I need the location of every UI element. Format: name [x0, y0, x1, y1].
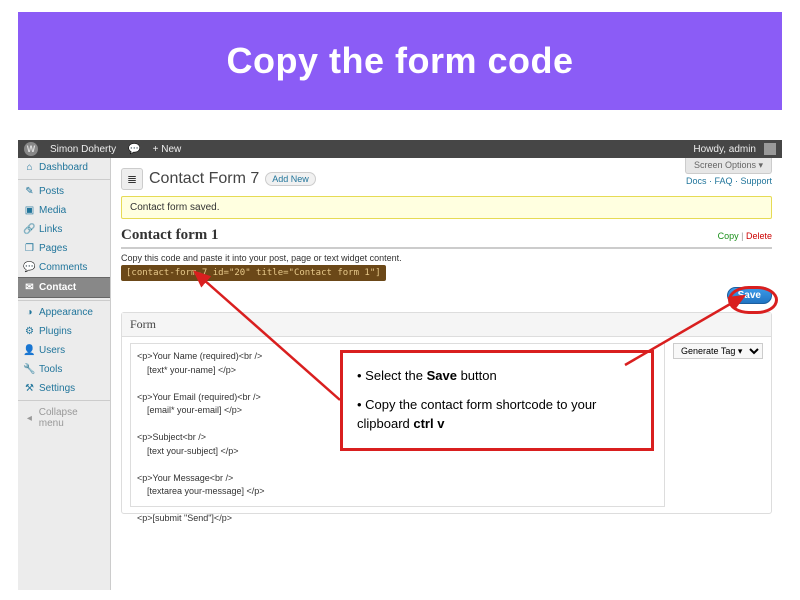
page-title-row: ≣ Contact Form 7 Add New	[121, 168, 772, 190]
screen-options-row: Screen Options ▾ Docs · FAQ · Support	[685, 158, 772, 186]
sidebar-item-label: Pages	[39, 243, 67, 254]
comments-icon[interactable]: 💬	[128, 144, 140, 155]
sidebar-item-plugins[interactable]: ⚙ Plugins	[18, 322, 110, 341]
sidebar-item-label: Users	[39, 345, 65, 356]
sidebar-item-users[interactable]: 👤 Users	[18, 341, 110, 360]
sidebar-item-label: Posts	[39, 186, 64, 197]
media-icon: ▣	[24, 205, 35, 216]
sidebar-item-label: Appearance	[39, 307, 93, 318]
form-editor-box: Form <p>Your Name (required)<br /> [text…	[121, 312, 772, 514]
shortcode-hint: Copy this code and paste it into your po…	[121, 253, 772, 263]
sidebar-item-settings[interactable]: ⚒ Settings	[18, 379, 110, 398]
sidebar-item-label: Tools	[39, 364, 62, 375]
sidebar-item-label: Collapse menu	[39, 407, 104, 429]
sidebar-item-label: Settings	[39, 383, 75, 394]
sidebar-item-links[interactable]: 🔗 Links	[18, 220, 110, 239]
settings-icon: ⚒	[24, 383, 35, 394]
users-icon: 👤	[24, 345, 35, 356]
sidebar-item-label: Media	[39, 205, 66, 216]
avatar	[764, 143, 776, 155]
main-content: Screen Options ▾ Docs · FAQ · Support ≣ …	[111, 158, 782, 590]
page-title-icon: ≣	[121, 168, 143, 190]
appearance-icon: ◑	[24, 307, 35, 318]
sidebar-item-posts[interactable]: ✎ Posts	[18, 182, 110, 201]
admin-sidebar: ⌂ Dashboard ✎ Posts ▣ Media 🔗 Links ❐ Pages 💬…	[18, 158, 111, 590]
slide-title: Copy the form code	[226, 40, 573, 82]
sidebar-item-comments[interactable]: 💬 Comments	[18, 258, 110, 277]
pin-icon: ✎	[24, 186, 35, 197]
admin-notice: Contact form saved.	[121, 196, 772, 219]
sidebar-item-label: Links	[39, 224, 62, 235]
sidebar-item-label: Plugins	[39, 326, 72, 337]
collapse-icon: ◂	[24, 413, 35, 424]
slide-title-banner: Copy the form code	[18, 12, 782, 110]
wp-logo-icon[interactable]: W	[24, 142, 38, 156]
screen-options-tab[interactable]: Screen Options ▾	[685, 158, 772, 174]
copy-link[interactable]: Copy	[718, 231, 739, 241]
tools-icon: 🔧	[24, 364, 35, 375]
page-icon: ❐	[24, 243, 35, 254]
howdy-text: Howdy, admin	[693, 144, 756, 155]
delete-link[interactable]: Delete	[746, 231, 772, 241]
comment-icon: 💬	[24, 262, 35, 273]
site-name[interactable]: Simon Doherty	[50, 144, 116, 155]
sidebar-item-tools[interactable]: 🔧 Tools	[18, 360, 110, 379]
collapse-menu[interactable]: ◂ Collapse menu	[18, 403, 110, 433]
form-title[interactable]: Contact form 1	[121, 227, 218, 244]
link-icon: 🔗	[24, 224, 35, 235]
sidebar-item-label: Contact	[39, 282, 76, 293]
form-section-header: Form	[122, 313, 771, 337]
form-code-textarea[interactable]: <p>Your Name (required)<br /> [text* you…	[130, 343, 665, 507]
sidebar-item-appearance[interactable]: ◑ Appearance	[18, 303, 110, 322]
admin-bar: W Simon Doherty 💬 + New Howdy, admin	[18, 140, 782, 158]
generate-tag-select[interactable]: Generate Tag ▾	[673, 343, 763, 359]
sidebar-item-label: Dashboard	[39, 162, 88, 173]
sidebar-item-dashboard[interactable]: ⌂ Dashboard	[18, 158, 110, 177]
plugin-icon: ⚙	[24, 326, 35, 337]
home-icon: ⌂	[24, 162, 35, 173]
howdy-menu[interactable]: Howdy, admin	[693, 143, 776, 155]
add-new-button[interactable]: Add New	[265, 172, 316, 186]
sidebar-item-label: Comments	[39, 262, 87, 273]
sidebar-item-pages[interactable]: ❐ Pages	[18, 239, 110, 258]
copy-delete-links: Copy | Delete	[718, 231, 772, 241]
help-links[interactable]: Docs · FAQ · Support	[685, 176, 772, 186]
form-title-row: Contact form 1 Copy | Delete	[121, 227, 772, 249]
sidebar-item-contact[interactable]: ✉ Contact	[18, 277, 110, 298]
page-title: Contact Form 7	[149, 170, 259, 188]
generate-tag[interactable]: Generate Tag ▾	[673, 343, 763, 507]
slide-page: Copy the form code W Simon Doherty 💬 + N…	[0, 0, 800, 600]
mail-icon: ✉	[24, 282, 35, 293]
sidebar-item-media[interactable]: ▣ Media	[18, 201, 110, 220]
wp-admin-frame: W Simon Doherty 💬 + New Howdy, admin ⌂ Da…	[18, 140, 782, 590]
shortcode-field[interactable]: [contact-form-7 id="20" title="Contact f…	[121, 265, 386, 281]
save-button[interactable]: Save	[727, 287, 772, 304]
new-menu[interactable]: + New	[153, 144, 182, 155]
